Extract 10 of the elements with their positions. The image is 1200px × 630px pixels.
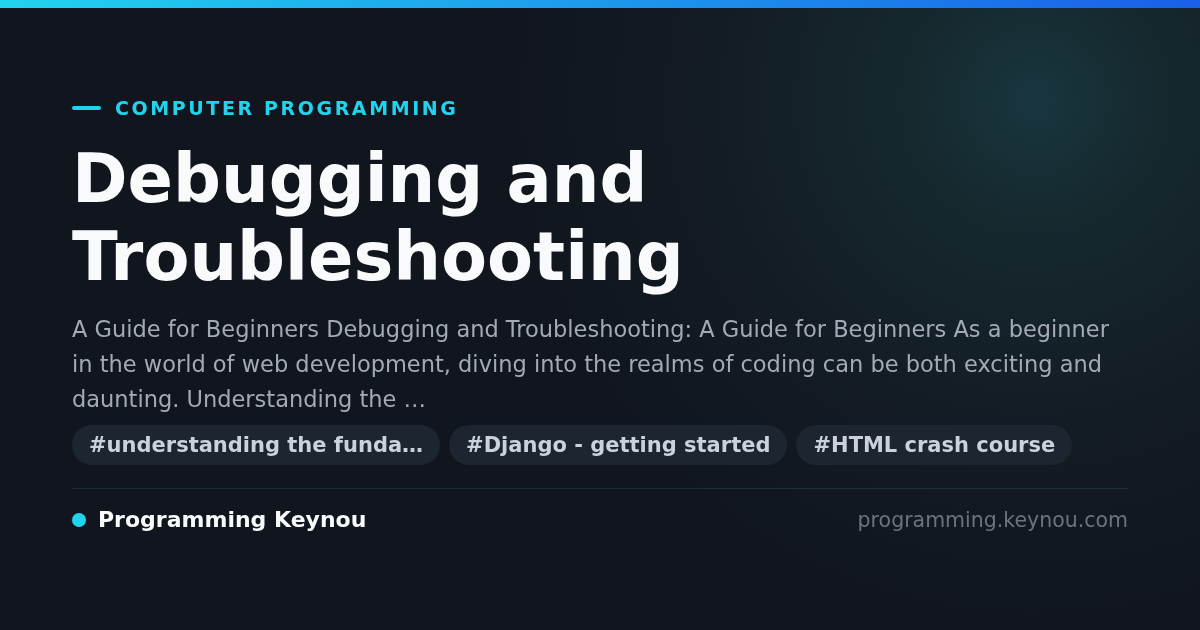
accent-line (72, 106, 101, 110)
tag-chip[interactable]: #HTML crash course (796, 425, 1073, 465)
site-domain: programming.keynou.com (857, 507, 1128, 532)
site-name: Programming Keynou (98, 507, 367, 532)
article-description: A Guide for Beginners Debugging and Troubleshooting: A Guide for Beginners As a beginner in the world of web development, diving into the realms of coding can be both exciting and daunting. Understanding the … (72, 315, 1110, 414)
category-label: COMPUTER PROGRAMMING (115, 96, 459, 120)
tag-chip[interactable]: #understanding the funda… (72, 425, 441, 465)
brand-dot-icon (72, 512, 86, 527)
article-title: Debugging and Troubleshooting (72, 140, 685, 296)
tag-chip[interactable]: #Django - getting started (449, 425, 788, 465)
